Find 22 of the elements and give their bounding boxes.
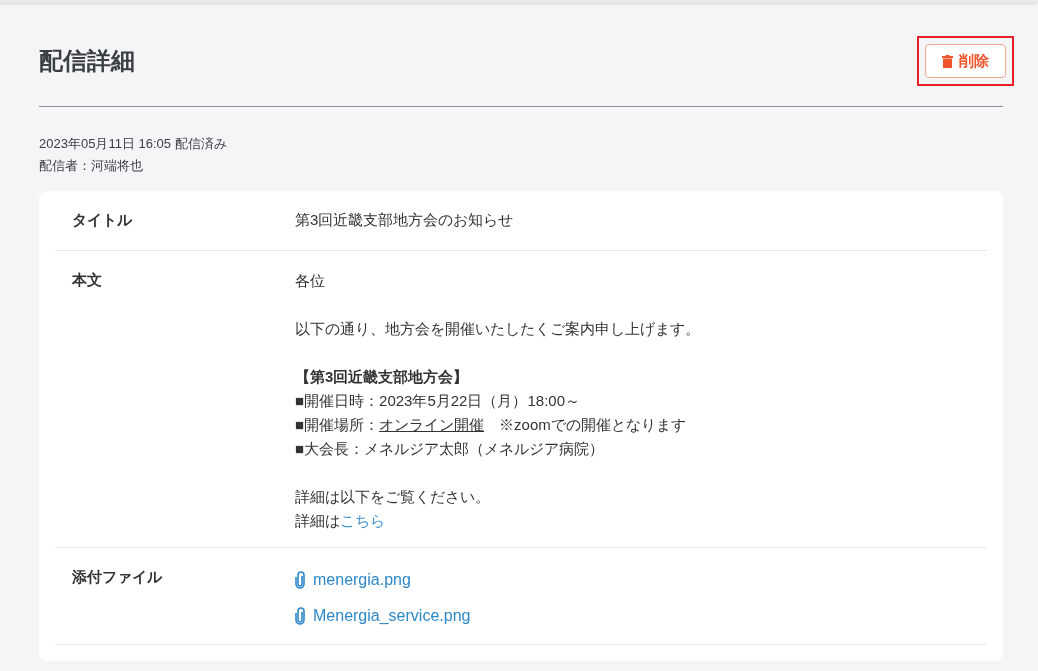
title-value: 第3回近畿支部地方会のお知らせ [295,210,514,230]
body-text-line: 以下の通り、地方会を開催いたしたくご案内申し上げます。 [295,318,700,339]
trash-icon [942,54,953,68]
field-label: タイトル [71,210,133,230]
delete-button[interactable]: 削除 [925,44,1006,78]
field-label: 本文 [71,269,103,290]
meta-text: 配信者：河端将也 [39,157,144,175]
attachment-link[interactable]: Menergia_service.png [313,603,471,628]
body-text-line: 詳細は以下をご覧ください。 [295,486,491,507]
meta-text: 2023年05月11日 16:05 配信済み [39,135,228,153]
field-label: 添付ファイル [71,566,163,587]
body-text-line: ■開催場所：オンライン開催 ※zoomでの開催となります [295,414,687,435]
body-text-line: ■開催日時：2023年5月22日（月）18:00～ [295,390,581,411]
link[interactable]: こちら [340,511,385,529]
paperclip-icon [295,606,305,625]
body-text-line: ■大会長：メネルジア太郎（メネルジア病院） [295,438,606,459]
page-title: 配信詳細 [39,46,135,76]
attachment-link[interactable]: menergia.png [313,567,411,592]
body-text-line: 各位 [295,270,326,291]
paperclip-icon [295,570,305,589]
body-text-line: 詳細はこちら [295,510,386,531]
body-text-line: 【第3回近畿支部地方会】 [295,366,470,387]
